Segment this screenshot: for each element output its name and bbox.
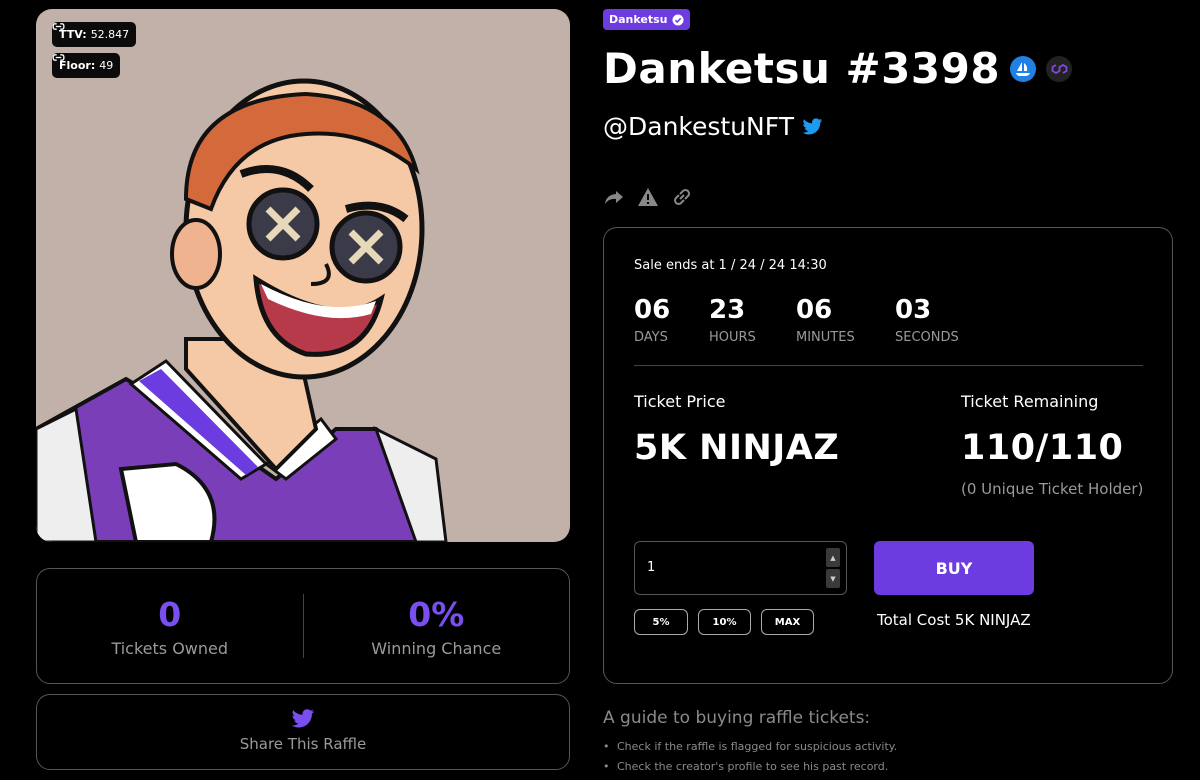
- link-icon[interactable]: [671, 186, 693, 208]
- sale-panel: Sale ends at 1 / 24 / 24 14:30 06 DAYS 2…: [603, 227, 1173, 684]
- polygon-icon[interactable]: [1046, 55, 1073, 82]
- share-raffle-button[interactable]: Share This Raffle: [36, 694, 570, 770]
- share-label: Share This Raffle: [239, 735, 367, 753]
- collection-name: Danketsu: [609, 13, 668, 26]
- guide-list: Check if the raffle is flagged for suspi…: [603, 740, 897, 780]
- countdown-label: SECONDS: [895, 330, 959, 345]
- page-title: Danketsu #3398: [603, 44, 1001, 93]
- sale-ends-text: Sale ends at 1 / 24 / 24 14:30: [634, 258, 827, 273]
- pct-10-button[interactable]: 10%: [698, 609, 751, 635]
- twitter-icon[interactable]: [802, 117, 823, 136]
- list-item: Check if the raffle is flagged for suspi…: [603, 740, 897, 753]
- ticket-price-value: 5K NINJAZ: [634, 428, 840, 468]
- quantity-stepper[interactable]: 1 ▲ ▼: [634, 541, 847, 595]
- guide-title: A guide to buying raffle tickets:: [603, 708, 871, 728]
- ttv-value: 52.847: [90, 28, 130, 41]
- nft-image-card: TTV: 52.847 Floor: 49: [36, 9, 570, 542]
- opensea-icon[interactable]: [1010, 55, 1037, 82]
- quantity-value[interactable]: 1: [647, 560, 655, 575]
- title-row: Danketsu #3398: [603, 44, 1073, 93]
- floor-chip: Floor: 49: [52, 53, 121, 78]
- share-icon[interactable]: [603, 186, 625, 208]
- countdown-value: 03: [895, 295, 932, 325]
- link-icon: [52, 23, 65, 30]
- raffle-page: TTV: 52.847 Floor: 49 0 Tickets Owned 0%…: [0, 0, 1200, 780]
- panel-divider: [634, 365, 1143, 366]
- list-item: Check the creator's profile to see his p…: [603, 760, 897, 773]
- warning-icon[interactable]: [637, 186, 659, 208]
- total-cost-text: Total Cost 5K NINJAZ: [877, 611, 1031, 629]
- countdown-label: DAYS: [634, 330, 668, 345]
- raffle-stats: 0 Tickets Owned 0% Winning Chance: [36, 568, 570, 684]
- countdown-hours: 23 HOURS: [709, 294, 796, 345]
- stepper-up-icon[interactable]: ▲: [826, 548, 840, 567]
- countdown-minutes: 06 MINUTES: [796, 294, 895, 345]
- winning-chance-label: Winning Chance: [371, 638, 502, 658]
- tickets-owned-value: 0: [158, 594, 182, 634]
- ticket-price-label: Ticket Price: [634, 392, 726, 411]
- max-button[interactable]: MAX: [761, 609, 814, 635]
- link-icon: [52, 54, 65, 61]
- countdown-value: 06: [796, 295, 833, 325]
- buy-button[interactable]: BUY: [874, 541, 1034, 595]
- nft-artwork: [36, 78, 448, 542]
- stepper-controls: ▲ ▼: [826, 548, 840, 588]
- percentage-buttons: 5% 10% MAX: [634, 609, 814, 635]
- winning-chance-stat: 0% Winning Chance: [304, 595, 570, 658]
- countdown-value: 23: [709, 295, 746, 325]
- creator-handle[interactable]: @DankestuNFT: [603, 112, 794, 141]
- countdown-label: HOURS: [709, 330, 756, 345]
- ticket-remaining-value: 110/110: [961, 428, 1124, 468]
- winning-chance-value: 0%: [408, 594, 465, 634]
- ticket-remaining-label: Ticket Remaining: [961, 392, 1099, 411]
- ttv-chip: TTV: 52.847: [52, 22, 137, 47]
- countdown-value: 06: [634, 295, 671, 325]
- countdown: 06 DAYS 23 HOURS 06 MINUTES 03 SECONDS: [634, 294, 985, 345]
- countdown-label: MINUTES: [796, 330, 855, 345]
- countdown-seconds: 03 SECONDS: [895, 294, 985, 345]
- stepper-down-icon[interactable]: ▼: [826, 569, 840, 588]
- countdown-days: 06 DAYS: [634, 294, 709, 345]
- tickets-owned-stat: 0 Tickets Owned: [37, 595, 303, 658]
- tickets-owned-label: Tickets Owned: [111, 638, 229, 658]
- floor-value: 49: [99, 59, 114, 72]
- creator-handle-row[interactable]: @DankestuNFT: [603, 112, 823, 141]
- unique-holders-text: (0 Unique Ticket Holder): [961, 480, 1144, 498]
- pct-5-button[interactable]: 5%: [634, 609, 688, 635]
- twitter-icon: [291, 709, 315, 728]
- verified-icon: [672, 14, 684, 25]
- collection-badge[interactable]: Danketsu: [603, 9, 690, 30]
- action-icons: [603, 186, 693, 208]
